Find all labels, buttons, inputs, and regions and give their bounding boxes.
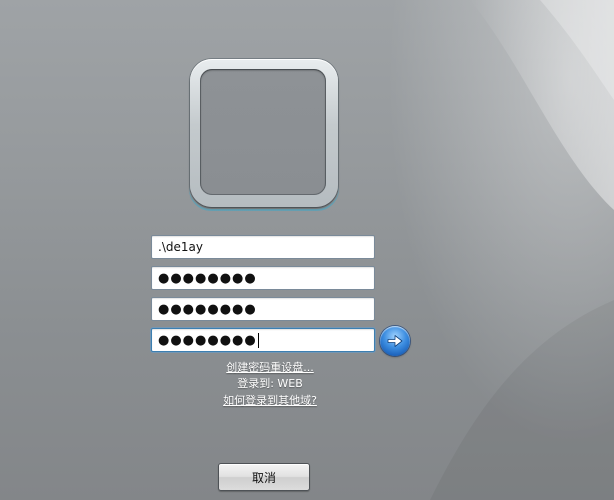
new-password-value: ●●●●●●●● [158,301,257,317]
user-tile [190,59,338,207]
username-value: .\de1ay [158,240,203,254]
cancel-button[interactable]: 取消 [218,463,310,491]
cancel-label: 取消 [251,470,276,485]
logon-to-label: 登录到: WEB [237,377,303,390]
confirm-password-value: ●●●●●●●● [158,332,257,348]
other-domain-link[interactable]: 如何登录到其他域? [170,392,370,408]
username-field[interactable]: .\de1ay [151,235,375,259]
new-password-field[interactable]: ●●●●●●●● [151,297,375,321]
confirm-password-field[interactable]: ●●●●●●●● [151,328,375,352]
create-reset-disk-link[interactable]: 创建密码重设盘... [170,359,370,375]
user-picture [200,69,326,195]
text-caret [257,332,259,348]
old-password-value: ●●●●●●●● [158,270,257,286]
right-arrow-icon [387,335,403,347]
submit-arrow-button[interactable] [380,326,410,356]
old-password-field[interactable]: ●●●●●●●● [151,266,375,290]
